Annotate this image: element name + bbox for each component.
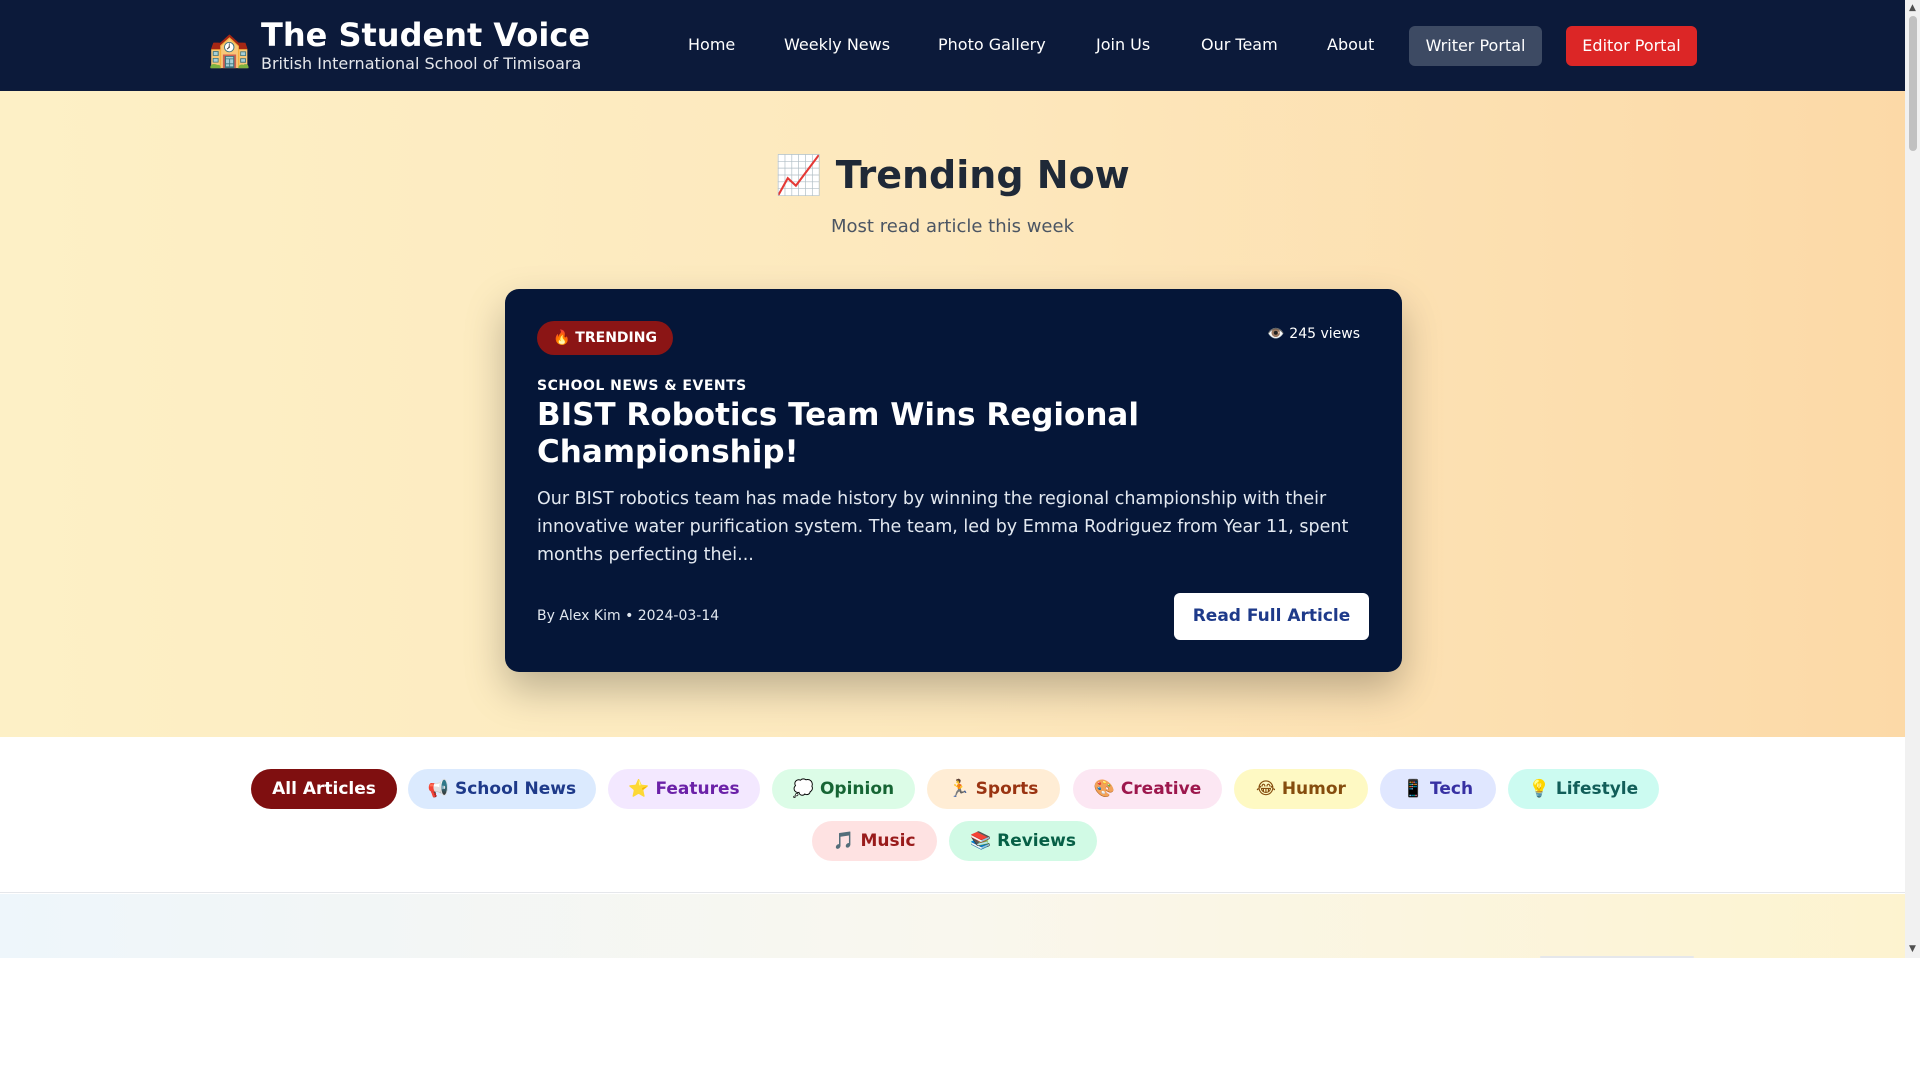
filter-opinion[interactable]: 💭 Opinion	[772, 769, 915, 809]
page-scrollbar[interactable]: ▲ ▼	[1905, 0, 1920, 958]
filter-reviews[interactable]: 📚 Reviews	[949, 821, 1097, 861]
nav-weekly-news[interactable]: Weekly News	[784, 35, 890, 55]
page-viewport: 🏫 The Student Voice British Internationa…	[0, 0, 1905, 958]
nav-photo-gallery[interactable]: Photo Gallery	[938, 35, 1046, 55]
nav-about[interactable]: About	[1327, 35, 1374, 55]
trending-subtitle: Most read article this week	[831, 216, 1074, 237]
site-subtitle: British International School of Timisoar…	[261, 54, 582, 73]
nav-home[interactable]: Home	[688, 35, 735, 55]
nav-join-us[interactable]: Join Us	[1096, 35, 1150, 55]
site-header: 🏫 The Student Voice British Internationa…	[0, 0, 1905, 91]
trending-title: 📈 Trending Now	[775, 153, 1130, 197]
category-filters: All Articles 📢 School News ⭐ Features 💭 …	[0, 737, 1905, 893]
articles-section	[0, 894, 1905, 958]
scroll-down-icon[interactable]: ▼	[1908, 944, 1917, 954]
nav-our-team[interactable]: Our Team	[1201, 35, 1278, 55]
writer-portal-button[interactable]: Writer Portal	[1409, 26, 1542, 66]
scrollbar-thumb[interactable]	[1909, 16, 1917, 151]
filter-music[interactable]: 🎵 Music	[812, 821, 937, 861]
filter-school-news[interactable]: 📢 School News	[408, 769, 596, 809]
filter-humor[interactable]: 😂 Humor	[1234, 769, 1368, 809]
trending-article-card[interactable]: 🔥 TRENDING 👁️ 245 views SCHOOL NEWS & EV…	[505, 289, 1402, 672]
view-count: 👁️ 245 views	[1267, 326, 1360, 342]
read-full-article-button[interactable]: Read Full Article	[1174, 593, 1369, 640]
filter-features[interactable]: ⭐ Features	[608, 769, 760, 809]
article-title[interactable]: BIST Robotics Team Wins Regional Champio…	[537, 397, 1297, 471]
article-category: SCHOOL NEWS & EVENTS	[537, 378, 747, 394]
filter-creative[interactable]: 🎨 Creative	[1073, 769, 1222, 809]
filter-tech[interactable]: 📱 Tech	[1380, 769, 1496, 809]
filter-all-articles[interactable]: All Articles	[251, 769, 397, 809]
section-edge	[1540, 956, 1694, 958]
editor-portal-button[interactable]: Editor Portal	[1566, 26, 1697, 66]
trending-badge: 🔥 TRENDING	[537, 321, 673, 355]
article-excerpt: Our BIST robotics team has made history …	[537, 489, 1349, 565]
filter-sports[interactable]: 🏃 Sports	[927, 769, 1060, 809]
site-title[interactable]: The Student Voice	[261, 16, 590, 54]
article-meta: By Alex Kim • 2024-03-14	[537, 608, 720, 624]
scroll-up-icon[interactable]: ▲	[1908, 3, 1917, 13]
school-icon: 🏫	[208, 30, 251, 70]
filter-lifestyle[interactable]: 💡 Lifestyle	[1508, 769, 1659, 809]
trending-section: 📈 Trending Now Most read article this we…	[0, 91, 1905, 737]
